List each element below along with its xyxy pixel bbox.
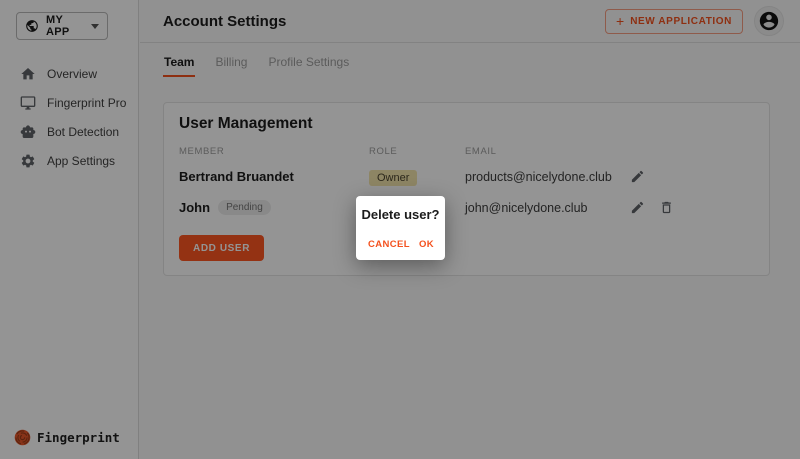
ok-button[interactable]: OK: [419, 237, 434, 252]
dialog-actions: CANCEL OK: [356, 237, 445, 252]
delete-user-dialog: Delete user? CANCEL OK: [356, 196, 445, 260]
cancel-button[interactable]: CANCEL: [368, 237, 410, 252]
dialog-title: Delete user?: [361, 207, 440, 222]
